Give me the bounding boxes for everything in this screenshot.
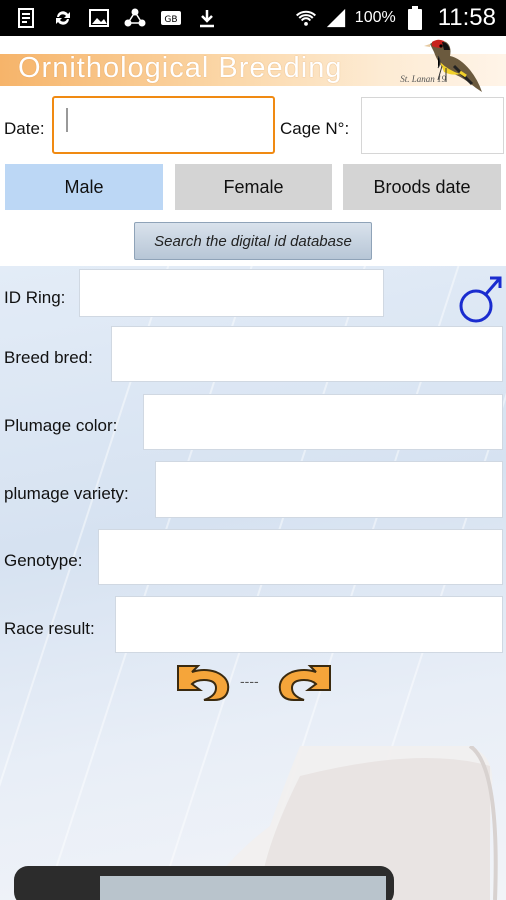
gb-icon: GB xyxy=(160,7,182,29)
breed-bred-label: Breed bred: xyxy=(4,348,93,367)
male-form-panel: ID Ring: Breed bred: Plumage color: plum… xyxy=(0,266,506,900)
svg-text:GB: GB xyxy=(164,15,177,25)
race-result-label: Race result: xyxy=(4,619,95,638)
date-label: Date: xyxy=(4,119,45,138)
record-navigation: ---- xyxy=(174,660,334,702)
clock: 11:58 xyxy=(437,4,496,31)
genotype-label: Genotype: xyxy=(4,551,83,570)
genotype-input[interactable] xyxy=(98,529,503,585)
tab-broods-date[interactable]: Broods date xyxy=(343,164,501,210)
plumage-variety-input[interactable] xyxy=(155,461,503,518)
id-ring-input[interactable] xyxy=(79,269,384,317)
gallery-icon xyxy=(88,7,110,29)
undo-arrow-icon[interactable] xyxy=(174,660,236,702)
cage-label: Cage N°: xyxy=(280,119,350,138)
battery-percent: 100% xyxy=(354,9,396,26)
signal-icon xyxy=(325,7,347,29)
battery-icon xyxy=(404,6,426,30)
hand-with-phone-illustration xyxy=(14,746,498,900)
wifi-icon xyxy=(295,7,317,29)
screenshot-icon xyxy=(16,7,38,29)
download-icon xyxy=(196,7,218,29)
plumage-color-input[interactable] xyxy=(143,394,503,450)
app-title: Ornithological Breeding xyxy=(18,52,343,84)
date-input[interactable] xyxy=(52,96,275,154)
nav-separator: ---- xyxy=(240,673,259,689)
plumage-variety-label: plumage variety: xyxy=(4,484,129,503)
goldfinch-bird-icon xyxy=(424,39,482,92)
male-symbol-icon xyxy=(459,276,502,323)
status-bar: GB 100% 11:58 xyxy=(0,0,506,36)
tab-female[interactable]: Female xyxy=(175,164,332,210)
app-header: Ornithological Breeding St. Lanan 19 xyxy=(0,36,506,94)
share-icon xyxy=(124,7,146,29)
cage-number-input[interactable] xyxy=(361,97,504,154)
breed-bred-input[interactable] xyxy=(111,326,503,382)
id-ring-label: ID Ring: xyxy=(4,288,66,307)
search-digital-id-button[interactable]: Search the digital id database xyxy=(134,222,372,260)
tab-male[interactable]: Male xyxy=(5,164,163,210)
sync-icon xyxy=(52,7,74,29)
artist-signature: St. Lanan 19 xyxy=(400,74,446,84)
redo-arrow-icon[interactable] xyxy=(272,660,334,702)
plumage-color-label: Plumage color: xyxy=(4,416,118,435)
text-caret xyxy=(66,108,68,132)
race-result-input[interactable] xyxy=(115,596,503,653)
